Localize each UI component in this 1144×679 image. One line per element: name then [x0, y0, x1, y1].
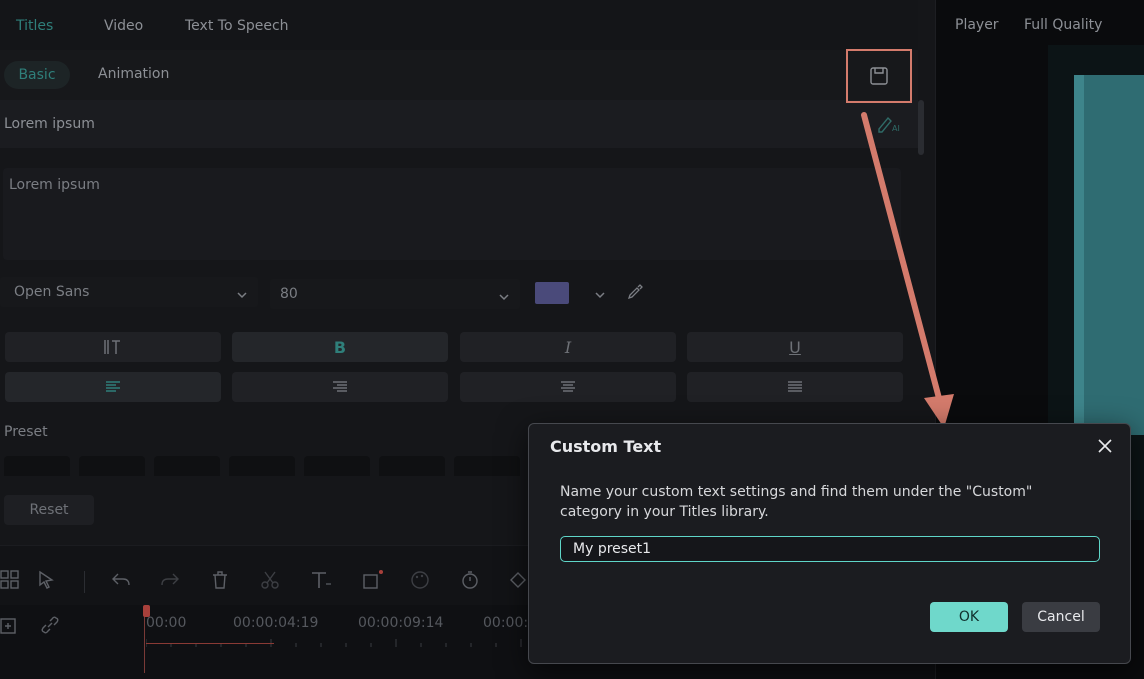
layout-grid-icon[interactable] — [0, 570, 20, 594]
sub-tabs: Basic Animation — [0, 50, 918, 100]
custom-text-dialog: Custom Text Name your custom text settin… — [528, 423, 1131, 664]
chevron-down-icon[interactable] — [594, 286, 606, 305]
underline-button[interactable]: U — [687, 332, 903, 362]
playhead-progress — [146, 643, 274, 644]
timeline-time-label: 00:00:09:14 — [358, 615, 444, 631]
preset-thumbnail[interactable] — [79, 456, 145, 476]
crop-icon[interactable] — [362, 570, 384, 594]
undo-icon[interactable] — [111, 570, 131, 594]
font-color-swatch[interactable] — [535, 282, 569, 304]
preset-thumbnail[interactable] — [4, 456, 70, 476]
text-section-header: Lorem ipsum AI — [0, 100, 918, 148]
delete-icon[interactable] — [210, 570, 230, 594]
timeline-time-label: 00:00:04:19 — [233, 615, 319, 631]
align-right-icon — [333, 381, 347, 392]
svg-text:AI: AI — [892, 124, 900, 133]
preset-thumbnail[interactable] — [379, 456, 445, 476]
close-icon[interactable] — [1095, 436, 1115, 456]
tab-video[interactable]: Video — [104, 18, 143, 34]
cut-icon[interactable] — [260, 570, 280, 594]
redo-icon[interactable] — [160, 570, 180, 594]
ai-pen-icon[interactable]: AI — [876, 114, 902, 138]
link-icon[interactable] — [40, 615, 60, 639]
eyedropper-icon[interactable] — [627, 284, 643, 304]
playhead-line[interactable] — [144, 613, 145, 673]
timeline-time-label: 00:00 — [146, 615, 187, 631]
preset-name-input[interactable] — [560, 536, 1100, 562]
chevron-down-icon — [236, 286, 248, 305]
select-cursor-icon[interactable] — [37, 570, 57, 594]
toolbar-divider — [84, 571, 85, 593]
dialog-description: Name your custom text settings and find … — [560, 484, 1033, 520]
italic-icon: I — [564, 337, 572, 357]
dialog-title: Custom Text — [550, 437, 662, 456]
font-size-select[interactable]: 80 — [270, 279, 520, 309]
font-size-value: 80 — [280, 286, 298, 302]
cancel-button[interactable]: Cancel — [1022, 602, 1100, 632]
text-content-input[interactable]: Lorem ipsum — [3, 168, 901, 260]
align-justify-button[interactable] — [687, 372, 903, 402]
top-tabs: Titles Video Text To Speech — [0, 0, 918, 50]
reset-button[interactable]: Reset — [4, 495, 94, 525]
tab-animation[interactable]: Animation — [98, 66, 169, 82]
keyframe-icon[interactable] — [508, 570, 528, 594]
italic-button[interactable]: I — [460, 332, 676, 362]
text-tool-icon[interactable] — [310, 570, 332, 594]
spacing-icon — [104, 340, 120, 354]
align-left-icon — [106, 381, 120, 392]
align-center-icon — [561, 381, 575, 392]
panel-scrollbar[interactable] — [918, 100, 924, 155]
tab-player[interactable]: Player — [955, 17, 999, 33]
preview-image-edge — [1074, 75, 1084, 435]
tab-basic[interactable]: Basic — [4, 61, 70, 89]
save-icon — [870, 67, 888, 85]
preview-image — [1074, 75, 1144, 435]
speed-timer-icon[interactable] — [460, 570, 480, 594]
color-palette-icon[interactable] — [410, 570, 430, 594]
tab-titles[interactable]: Titles — [16, 18, 53, 34]
preset-thumbnail[interactable] — [154, 456, 220, 476]
character-spacing-button[interactable] — [5, 332, 221, 362]
save-preset-button[interactable] — [846, 49, 912, 103]
underline-icon: U — [789, 337, 801, 357]
font-family-value: Open Sans — [14, 284, 90, 300]
preset-label: Preset — [4, 424, 48, 440]
chevron-down-icon — [498, 288, 510, 307]
ok-button[interactable]: OK — [930, 602, 1008, 632]
preset-thumbnail[interactable] — [229, 456, 295, 476]
add-track-icon[interactable] — [0, 615, 20, 639]
tab-text-to-speech[interactable]: Text To Speech — [185, 18, 289, 34]
text-section-title: Lorem ipsum — [4, 116, 95, 132]
playhead-handle[interactable] — [143, 605, 150, 617]
bold-button[interactable]: B — [232, 332, 448, 362]
font-family-select[interactable]: Open Sans — [0, 277, 258, 307]
align-justify-icon — [788, 381, 802, 392]
quality-select[interactable]: Full Quality — [1024, 17, 1102, 33]
align-right-button[interactable] — [232, 372, 448, 402]
align-left-button[interactable] — [5, 372, 221, 402]
preset-thumbnail[interactable] — [454, 456, 520, 476]
text-content-value: Lorem ipsum — [9, 177, 100, 193]
preset-thumbnail[interactable] — [304, 456, 370, 476]
bold-icon: B — [333, 337, 347, 357]
align-center-button[interactable] — [460, 372, 676, 402]
